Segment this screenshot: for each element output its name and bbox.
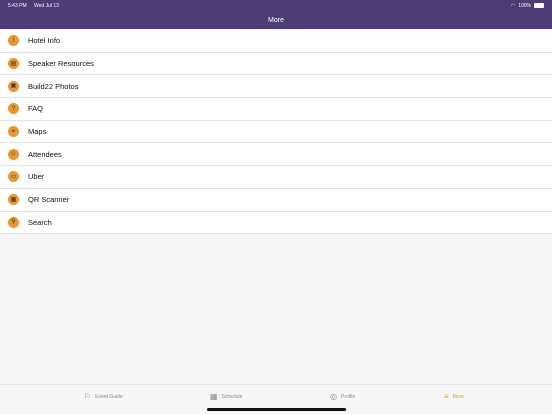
menu-item-label: Search: [28, 217, 52, 227]
search-icon: ⚲: [8, 216, 19, 228]
tab-event-guide[interactable]: ⚐ Event Guide: [84, 393, 123, 401]
menu-item-speaker-resources[interactable]: ▤ Speaker Resources: [0, 53, 552, 76]
status-time: 5:43 PM: [8, 2, 27, 9]
menu-item-label: QR Scanner: [28, 195, 70, 205]
event-guide-icon: ⚐: [84, 392, 92, 401]
menu-item-qr-scanner[interactable]: ▦ QR Scanner: [0, 189, 552, 212]
status-bar: 5:43 PM Wed Jul 13 ◠ 100%: [0, 0, 552, 11]
menu-list: ! Hotel Info ▤ Speaker Resources ▣ Build…: [0, 30, 552, 235]
attendees-icon: ☺: [8, 148, 19, 160]
tab-label: Profile: [340, 394, 356, 400]
status-right: ◠ 100%: [511, 3, 544, 9]
faq-icon: ?: [8, 103, 19, 115]
menu-item-uber[interactable]: ▭ Uber: [0, 166, 552, 189]
map-icon: ⌖: [8, 126, 19, 138]
battery-percent: 100%: [518, 2, 531, 9]
calendar-icon: ▦: [210, 392, 218, 401]
page-title: More: [268, 16, 284, 24]
car-icon: ▭: [8, 171, 19, 183]
battery-icon: [534, 3, 544, 8]
menu-item-hotel-info[interactable]: ! Hotel Info: [0, 30, 552, 53]
tab-more[interactable]: ≡ More: [444, 393, 464, 401]
menu-item-label: Build22 Photos: [28, 81, 79, 91]
menu-item-build22-photos[interactable]: ▣ Build22 Photos: [0, 75, 552, 99]
wifi-icon: ◠: [510, 2, 516, 9]
qr-icon: ▦: [8, 194, 19, 206]
menu-item-faq[interactable]: ? FAQ: [0, 98, 552, 121]
tab-bar: ⚐ Event Guide ▦ Schedule ◎ Profile ≡ Mor…: [0, 384, 552, 414]
info-icon: !: [8, 35, 19, 47]
menu-item-label: Hotel Info: [28, 36, 61, 46]
menu-item-label: Uber: [28, 172, 45, 182]
menu-item-attendees[interactable]: ☺ Attendees: [0, 143, 552, 167]
profile-icon: ◎: [330, 392, 337, 401]
tab-label: More: [452, 394, 465, 400]
tab-label: Schedule: [221, 394, 243, 400]
tab-label: Event Guide: [95, 394, 123, 400]
status-date: Wed Jul 13: [34, 2, 59, 9]
menu-item-label: Speaker Resources: [28, 59, 94, 69]
home-indicator[interactable]: [207, 408, 346, 411]
tab-schedule[interactable]: ▦ Schedule: [210, 393, 242, 401]
menu-item-search[interactable]: ⚲ Search: [0, 212, 552, 235]
nav-bar: More: [0, 11, 552, 29]
tab-profile[interactable]: ◎ Profile: [330, 393, 355, 401]
menu-item-label: FAQ: [28, 104, 44, 114]
menu-item-label: Attendees: [28, 149, 62, 159]
status-left: 5:43 PM Wed Jul 13: [8, 3, 65, 9]
photos-icon: ▣: [8, 80, 19, 92]
menu-item-label: Maps: [28, 127, 47, 137]
speaker-resources-icon: ▤: [8, 58, 19, 70]
menu-icon: ≡: [444, 392, 449, 401]
menu-item-maps[interactable]: ⌖ Maps: [0, 121, 552, 144]
